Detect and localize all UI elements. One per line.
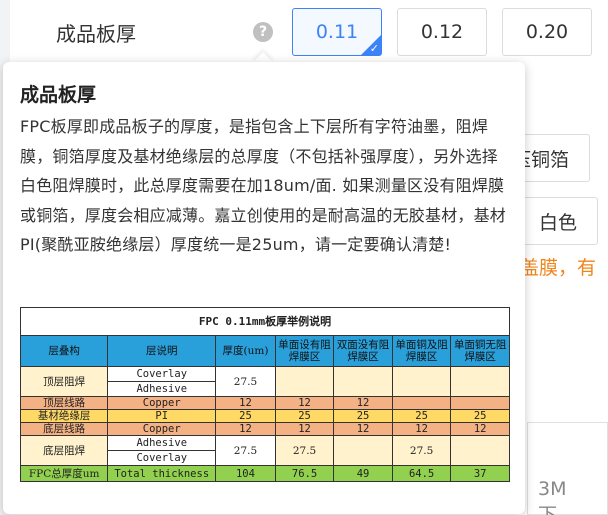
table-cell: 12: [215, 396, 276, 410]
table-cell: 25: [450, 409, 510, 423]
option-card-text-2: 下: [538, 504, 558, 515]
table-cell: Coverlay: [107, 450, 217, 466]
header-cell: 厚度(um): [215, 335, 276, 367]
option-label: 白色: [538, 211, 577, 234]
header-cell: 双面没有阻焊膜区: [333, 335, 393, 367]
tooltip-title: 成品板厚: [20, 84, 97, 106]
table-cell: [450, 366, 510, 397]
table-cell: Copper: [107, 422, 217, 436]
table-header-row: 层叠构 层说明 厚度(um) 单面设有阻焊膜区 双面没有阻焊膜区 单面铜及阻焊膜…: [19, 335, 510, 367]
table-cell: 27.5: [391, 435, 452, 466]
table-row: 底层阻焊 Adhesive 27.5 27.5 27.5: [19, 435, 510, 466]
table-cell: [391, 396, 452, 410]
table-cell: 25: [391, 409, 452, 423]
tooltip-body: FPC板厚即成品板子的厚度，是指包含上下层所有字符油墨，阻焊膜，铜箔厚度及基材绝…: [20, 117, 507, 254]
table-cell: 25: [215, 409, 276, 423]
table-cell: 12: [333, 422, 393, 436]
table-cell: 底层线路: [19, 422, 109, 436]
table-row: FPC总厚度um Total thickness 104 76.5 49 64.…: [19, 465, 510, 482]
header-cell: 层叠构: [19, 335, 109, 367]
table-cell: 27.5: [215, 435, 276, 466]
table-title: FPC 0.11mm板厚举例说明: [20, 307, 510, 336]
option-label: 0.20: [525, 21, 569, 43]
notice-text: 盖膜，有: [520, 257, 597, 279]
table-row: 顶层线路 Copper 12 12 12: [19, 396, 510, 410]
option-card-text: 3M: [538, 478, 567, 500]
table-cell: 顶层线路: [19, 396, 109, 410]
table-cell: 25: [333, 409, 393, 423]
table-cell: 104: [215, 465, 276, 482]
table-cell: 12: [391, 422, 452, 436]
table-cell: 76.5: [274, 465, 335, 482]
header-cell: 层说明: [107, 335, 217, 367]
table-cell: 27.5: [274, 435, 335, 466]
table-cell: [333, 435, 393, 466]
example-table: FPC 0.11mm板厚举例说明 层叠构 层说明 厚度(um) 单面设有阻焊膜区…: [19, 307, 510, 482]
header-cell: 单面设有阻焊膜区: [274, 335, 335, 367]
table-row: 底层线路 Copper 12 12 12 12 12: [19, 422, 510, 436]
table-cell: 12: [274, 422, 335, 436]
field-label: 成品板厚: [56, 22, 136, 46]
thickness-option-0-20[interactable]: 0.20: [502, 8, 592, 56]
option-label: 0.11: [315, 21, 359, 43]
table-cell: Adhesive: [107, 381, 217, 397]
help-question-icon[interactable]: ?: [253, 22, 273, 42]
table-cell: 27.5: [215, 366, 276, 397]
table-cell: 12: [274, 396, 335, 410]
table-cell: Copper: [107, 396, 217, 410]
table-cell: 基材绝缘层: [19, 409, 109, 423]
table-cell: [391, 366, 452, 397]
table-cell: 64.5: [391, 465, 452, 482]
table-cell: FPC总厚度um: [19, 465, 109, 482]
table-cell: PI: [107, 409, 217, 423]
table-cell: Coverlay: [107, 366, 217, 382]
header-cell: 单面铜无阻焊膜区: [450, 335, 510, 367]
thickness-option-0-11[interactable]: 0.11 ✓: [292, 8, 382, 56]
table-row: 顶层阻焊 Coverlay 27.5: [19, 366, 510, 397]
table-cell: 49: [333, 465, 393, 482]
header-cell: 单面铜及阻焊膜区: [391, 335, 452, 367]
example-table-image: FPC 0.11mm板厚举例说明 层叠构 层说明 厚度(um) 单面设有阻焊膜区…: [19, 307, 510, 497]
table-cell: [333, 366, 393, 397]
table-cell: 25: [274, 409, 335, 423]
table-cell: Total thickness: [107, 465, 217, 482]
table-cell: 12: [450, 422, 510, 436]
option-label: 0.12: [420, 21, 464, 43]
checkmark-icon: ✓: [369, 42, 379, 55]
table-row: 基材绝缘层 PI 25 25 25 25 25: [19, 409, 510, 423]
table-cell: 37: [450, 465, 510, 482]
table-cell: [274, 366, 335, 397]
table-cell: [450, 435, 510, 466]
table-cell: 12: [333, 396, 393, 410]
thickness-option-0-12[interactable]: 0.12: [397, 8, 487, 56]
table-cell: [450, 396, 510, 410]
table-cell: 底层阻焊: [19, 435, 109, 466]
table-cell: 顶层阻焊: [19, 366, 109, 397]
table-cell: Adhesive: [107, 435, 217, 451]
table-cell: 12: [215, 422, 276, 436]
